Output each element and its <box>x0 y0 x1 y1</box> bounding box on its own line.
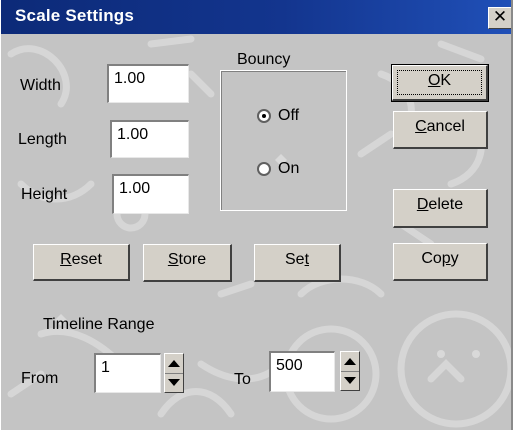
from-spinner[interactable] <box>164 353 184 393</box>
cancel-mnemonic: C <box>415 118 427 135</box>
ok-button[interactable]: OK <box>391 64 489 102</box>
length-label: Length <box>18 131 67 148</box>
spin-down-icon <box>344 377 356 384</box>
from-spin-down[interactable] <box>165 373 183 392</box>
window-title: Scale Settings <box>15 6 135 25</box>
to-spin-up[interactable] <box>341 352 359 372</box>
off-radio[interactable] <box>257 109 271 123</box>
on-radio[interactable] <box>257 162 271 176</box>
set-button[interactable]: Set <box>254 244 341 282</box>
reset-button[interactable]: Reset <box>33 244 130 281</box>
timeline-range-label: Timeline Range <box>43 316 155 333</box>
title-bar[interactable]: Scale Settings ✕ <box>1 0 511 34</box>
to-spin-down[interactable] <box>341 371 359 390</box>
on-label: On <box>278 160 300 177</box>
copy-label-pre: Co <box>421 250 442 267</box>
store-label-rest: tore <box>178 251 207 268</box>
scale-settings-dialog: Scale Settings ✕ Width 1.00 Length 1.00 … <box>0 0 513 430</box>
store-mnemonic: S <box>167 251 179 268</box>
to-spinner[interactable] <box>340 351 360 391</box>
cancel-label-rest: ancel <box>426 118 465 135</box>
copy-label-rest: y <box>450 250 459 267</box>
delete-mnemonic: D <box>416 196 429 213</box>
spin-up-icon <box>168 360 180 367</box>
set-mnemonic: t <box>304 251 310 268</box>
bouncy-group-label: Bouncy <box>235 51 293 69</box>
reset-mnemonic: R <box>60 251 72 268</box>
from-spin-up[interactable] <box>165 354 183 374</box>
copy-mnemonic: p <box>441 250 451 267</box>
to-label: To <box>234 371 251 388</box>
off-label: Off <box>278 107 300 124</box>
delete-button[interactable]: Delete <box>393 189 488 228</box>
spin-down-icon <box>168 379 180 386</box>
close-icon: ✕ <box>492 7 508 27</box>
set-label-pre: Se <box>284 251 305 268</box>
to-input[interactable]: 500 <box>269 351 335 392</box>
height-input[interactable]: 1.00 <box>112 174 189 214</box>
bouncy-group <box>220 70 347 211</box>
reset-label-rest: eset <box>71 251 102 268</box>
ok-mnemonic: O <box>427 72 441 89</box>
from-input[interactable]: 1 <box>94 353 161 393</box>
length-input[interactable]: 1.00 <box>110 120 189 158</box>
spin-up-icon <box>344 358 356 365</box>
width-input[interactable]: 1.00 <box>107 64 189 103</box>
cancel-button[interactable]: Cancel <box>393 111 488 149</box>
delete-label-rest: elete <box>428 196 464 213</box>
height-label: Height <box>21 186 68 203</box>
copy-button[interactable]: Copy <box>393 243 488 281</box>
close-button[interactable]: ✕ <box>488 7 511 29</box>
ok-label-rest: K <box>440 72 452 89</box>
from-label: From <box>21 370 59 387</box>
radio-selected-dot <box>262 114 266 118</box>
store-button[interactable]: Store <box>143 244 232 282</box>
width-label: Width <box>20 77 61 94</box>
